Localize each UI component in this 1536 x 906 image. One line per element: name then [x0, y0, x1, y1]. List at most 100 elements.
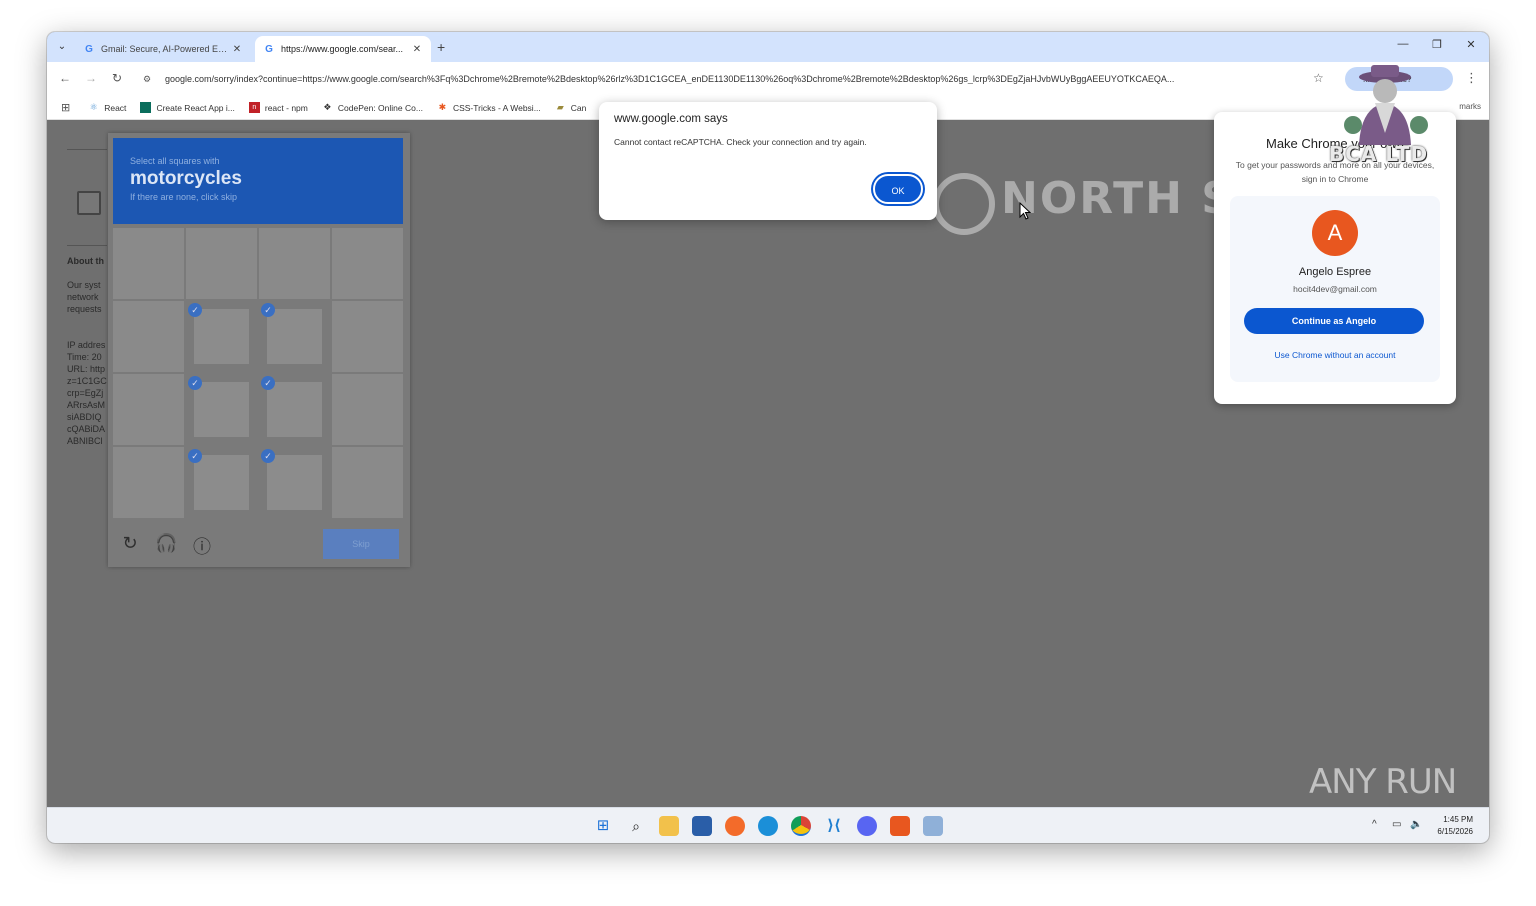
bookmark-react[interactable]: ⚛ React	[88, 102, 127, 113]
site-info-icon[interactable]: ⚙	[143, 74, 159, 85]
address-toolbar: ← → ↻ ⚙ google.com/sorry/index?continue=…	[47, 62, 1489, 96]
all-bookmarks-label[interactable]: marks	[1459, 102, 1481, 111]
recorder-app-icon[interactable]	[890, 816, 910, 836]
checkmark-icon: ✓	[188, 449, 202, 463]
captcha-tile[interactable]: ✓	[186, 447, 257, 518]
tray-chevron-icon[interactable]: ^	[1372, 819, 1377, 830]
checkmark-icon: ✓	[188, 376, 202, 390]
info-icon[interactable]: ⓘ	[191, 533, 213, 559]
search-icon[interactable]: ⌕	[626, 816, 646, 836]
windows-start-icon[interactable]: ⊞	[593, 816, 613, 836]
taskbar-clock[interactable]: 1:45 PM 6/15/2026	[1437, 814, 1473, 838]
captcha-tile[interactable]: ✓	[259, 447, 330, 518]
react-icon: ⚛	[89, 102, 98, 112]
cra-icon	[140, 102, 152, 113]
captcha-tile[interactable]	[113, 301, 184, 372]
captcha-skip-button[interactable]: Skip	[323, 529, 399, 559]
tile-image	[194, 455, 249, 510]
file-explorer-icon[interactable]	[659, 816, 679, 836]
captcha-tile[interactable]	[113, 447, 184, 518]
reload-challenge-icon[interactable]: ↻	[119, 533, 141, 554]
bookmark-create-react-app[interactable]: Create React App i...	[140, 102, 235, 113]
bookmark-react-npm[interactable]: n react - npm	[248, 102, 308, 113]
apps-grid-icon[interactable]: ⊞	[61, 101, 70, 114]
bookmark-can[interactable]: ▰ Can	[555, 102, 587, 113]
captcha-tile[interactable]	[332, 228, 403, 299]
forward-arrow-icon[interactable]: →	[83, 71, 99, 85]
firefox-icon[interactable]	[725, 816, 745, 836]
bookmark-label: react - npm	[264, 102, 308, 113]
captcha-tile[interactable]	[332, 447, 403, 518]
bca-ltd-watermark: BCA LTD	[1329, 142, 1429, 166]
close-window-icon[interactable]: ✕	[1461, 38, 1481, 51]
alert-ok-button[interactable]: OK	[873, 174, 923, 204]
captcha-tile[interactable]	[332, 374, 403, 445]
captcha-target: motorcycles	[130, 168, 242, 189]
bookmark-label: Can	[570, 102, 587, 113]
divider	[67, 245, 107, 246]
checkmark-icon: ✓	[261, 303, 275, 317]
audio-challenge-icon[interactable]: 🎧	[155, 533, 177, 554]
tab-gmail[interactable]: G Gmail: Secure, AI-Powered Em... ✕	[75, 36, 251, 62]
divider	[67, 149, 107, 150]
restore-icon[interactable]: ❐	[1427, 38, 1447, 51]
bca-mascot-logo-icon	[1344, 65, 1428, 145]
tab-search-icon[interactable]: ⌄	[53, 38, 71, 56]
page-content: About th Our syst network requests IP ad…	[47, 65, 1489, 807]
tab-title: Gmail: Secure, AI-Powered Em...	[101, 44, 231, 54]
bookmark-label: CodePen: Online Co...	[337, 102, 423, 113]
captcha-tile[interactable]	[259, 228, 330, 299]
minimize-icon[interactable]: —	[1393, 38, 1413, 50]
tab-google-search[interactable]: G https://www.google.com/sear... ✕	[255, 36, 431, 62]
store-icon[interactable]	[692, 816, 712, 836]
codepen-icon: ❖	[323, 102, 332, 112]
captcha-tile[interactable]	[113, 228, 184, 299]
tile-image	[267, 382, 322, 437]
recaptcha-checkbox[interactable]	[77, 191, 101, 215]
bookmark-label: React	[104, 102, 127, 113]
discord-icon[interactable]	[857, 816, 877, 836]
chrome-icon[interactable]	[791, 816, 811, 836]
folder-icon: ▰	[556, 102, 564, 112]
reload-icon[interactable]: ↻	[109, 71, 125, 85]
captcha-tile[interactable]: ✓	[186, 301, 257, 372]
captcha-tile[interactable]: ✓	[259, 374, 330, 445]
new-tab-plus-icon[interactable]: +	[437, 39, 445, 55]
browser-window: ⌄ G Gmail: Secure, AI-Powered Em... ✕ G …	[47, 32, 1489, 843]
back-arrow-icon[interactable]: ←	[57, 71, 73, 85]
edge-icon[interactable]	[758, 816, 778, 836]
kebab-menu-icon[interactable]: ⋮	[1465, 70, 1478, 86]
captcha-footer: ↻ 🎧 ⓘ Skip	[113, 525, 403, 563]
continue-as-button[interactable]: Continue as Angelo	[1244, 308, 1424, 334]
checkmark-icon: ✓	[261, 449, 275, 463]
mouse-cursor-icon	[1019, 202, 1031, 220]
captcha-image-grid: ✓ ✓ ✓ ✓ ✓ ✓	[113, 228, 403, 518]
close-tab-icon[interactable]: ✕	[411, 44, 423, 55]
bookmark-star-icon[interactable]: ☆	[1313, 71, 1324, 85]
captcha-tile[interactable]	[186, 228, 257, 299]
address-bar[interactable]: ⚙ google.com/sorry/index?continue=https:…	[137, 67, 1337, 91]
captcha-tile[interactable]	[113, 374, 184, 445]
captcha-tile[interactable]	[332, 301, 403, 372]
network-icon[interactable]: ▭	[1392, 819, 1401, 830]
bookmark-label: Create React App i...	[156, 102, 235, 113]
bookmark-css-tricks[interactable]: ✱ CSS-Tricks - A Websi...	[437, 102, 541, 113]
alert-message: Cannot contact reCAPTCHA. Check your con…	[614, 137, 867, 147]
checkmark-icon: ✓	[188, 303, 202, 317]
captcha-tile[interactable]: ✓	[259, 301, 330, 372]
captcha-tile[interactable]: ✓	[186, 374, 257, 445]
about-heading: About th	[67, 256, 104, 266]
windows-taskbar: ⊞ ⌕ ⟩⟨ ^ ▭ 🔈 1:45 PM 6/15/2026	[47, 807, 1489, 843]
use-without-account-link[interactable]: Use Chrome without an account	[1230, 350, 1440, 360]
volume-icon[interactable]: 🔈	[1410, 819, 1422, 830]
avatar: A	[1312, 210, 1358, 256]
npm-icon: n	[248, 102, 260, 113]
captcha-instruction: Select all squares with	[130, 156, 220, 166]
captcha-hint: If there are none, click skip	[130, 192, 238, 202]
vscode-icon[interactable]: ⟩⟨	[824, 816, 844, 836]
bookmark-label: CSS-Tricks - A Websi...	[452, 102, 541, 113]
close-tab-icon[interactable]: ✕	[231, 44, 243, 55]
bookmark-codepen[interactable]: ❖ CodePen: Online Co...	[322, 102, 423, 113]
address-url: google.com/sorry/index?continue=https://…	[165, 74, 1175, 84]
remote-desktop-icon[interactable]	[923, 816, 943, 836]
